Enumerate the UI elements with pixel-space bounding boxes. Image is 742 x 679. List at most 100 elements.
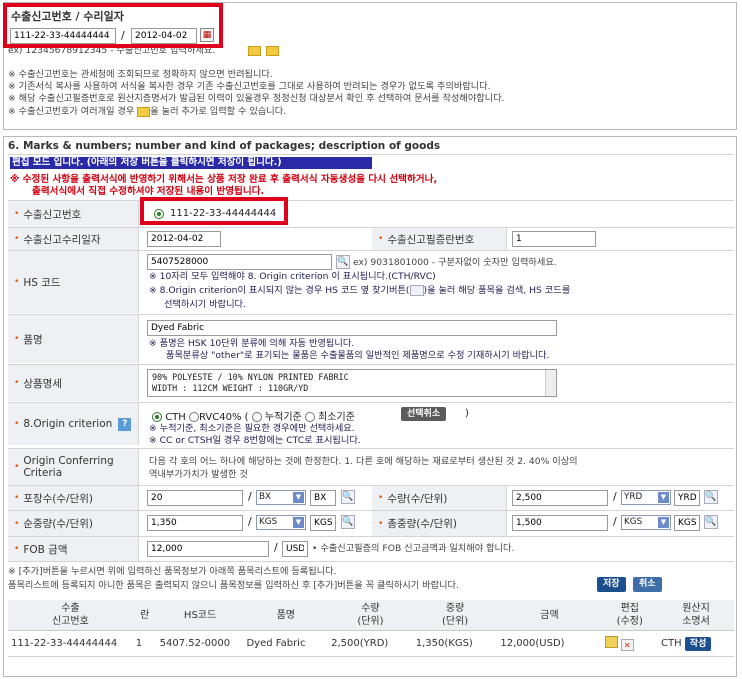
col-header: 란 — [132, 600, 157, 631]
label-spec: • 상품명세 — [8, 365, 139, 401]
origin-note-2: ※ CC or CTSH일 경우 8번항에는 CTC로 표시됩니다. — [149, 435, 361, 446]
add-folder-icon-inline — [137, 106, 151, 117]
deminimis-radio[interactable] — [304, 412, 315, 422]
cumulation-radio[interactable] — [251, 412, 262, 422]
note-4-text: ※ 수출신고번호가 여러개일 경우 — [8, 106, 138, 117]
search-icon-inline — [409, 285, 424, 296]
packages-unit-input[interactable] — [310, 490, 336, 506]
fob-input[interactable] — [147, 541, 269, 557]
label-item-name: • 품명 — [8, 315, 139, 363]
fob-currency-input[interactable] — [282, 541, 308, 557]
cancel-button[interactable]: 취소 — [633, 577, 662, 592]
net-unit-input[interactable] — [310, 515, 336, 531]
cell-hs: 5407.52-0000 — [156, 630, 244, 657]
label-distribution-no: • 수출신고필증란번호 — [372, 228, 507, 250]
cell-amount: 12,000(USD) — [497, 630, 602, 657]
note-1: ※ 수출신고번호는 관세청에 조회되므로 정확하지 않으면 반려됩니다. — [8, 69, 273, 80]
col-header: 금액 — [497, 600, 602, 631]
label-hs-code: • HS 코드 — [8, 251, 139, 313]
note-2: ※ 기존서식 복사를 사용하여 서식을 복사한 경우 기존 수출신고번호를 그대… — [8, 81, 491, 92]
packages-unit-select[interactable]: BX ▼ — [256, 490, 306, 505]
section-title: 6. Marks & numbers; number and kind of p… — [8, 140, 441, 152]
item-note-1: ※ 품명은 HSK 10단위 분류에 의해 자동 반영됩니다. — [149, 338, 355, 349]
table-row: 111-22-33-44444444 1 5407.52-0000 Dyed F… — [8, 630, 734, 657]
gross-unit-select[interactable]: KGS ▼ — [621, 515, 671, 530]
accept-date-field[interactable] — [147, 231, 221, 247]
note-4-text-end: 을 눌러 추가로 입력할 수 있습니다. — [150, 106, 287, 117]
search-icon[interactable]: 🔍 — [704, 515, 718, 529]
label-gross-weight: • 총중량(수/단위) — [372, 511, 507, 536]
fob-note: • 수출신고필증의 FOB 신고금액과 일치해야 합니다. — [312, 543, 515, 554]
quantity-unit-select[interactable]: YRD ▼ — [621, 490, 671, 505]
origin-options: CTH RVC40% ( 누적기준 최소기준 — [152, 408, 355, 423]
write-button[interactable]: 작성 — [684, 636, 712, 651]
label-export-number: • 수출신고번호 — [8, 201, 139, 227]
rvc-radio[interactable] — [189, 412, 199, 422]
label-accept-date: • 수출신고수리일자 — [8, 228, 139, 250]
col-header: 원산지 소명서 — [657, 600, 734, 631]
edit-icon[interactable] — [604, 636, 618, 648]
add-folder-icon[interactable] — [266, 46, 279, 56]
label-net-weight: • 순중량(수/단위) — [8, 511, 139, 536]
cell-weight: 1,350(KGS) — [412, 630, 498, 657]
bottom-note-1: ※ [추가]버튼을 누르시면 위에 입력하신 품목정보가 아래쪽 품목리스트에 … — [8, 566, 337, 577]
cell-qty: 2,500(YRD) — [328, 630, 413, 657]
conferring-text-2: 역내부가가치가 발생한 것 — [149, 469, 248, 480]
highlight-box-export-no — [140, 197, 288, 225]
search-icon[interactable]: 🔍 — [341, 490, 355, 504]
save-button[interactable]: 저장 — [597, 577, 626, 592]
note-4: ※ 수출신고번호가 여러개일 경우 을 눌러 추가로 입력할 수 있습니다. — [8, 106, 286, 118]
distribution-no-field[interactable] — [512, 231, 596, 247]
scrollbar[interactable] — [545, 370, 556, 396]
warning-2: 출력서식에서 직접 수정하셔야 저장된 내용이 반영됩니다. — [32, 186, 265, 197]
quantity-unit-input[interactable] — [674, 490, 700, 506]
gross-weight-input[interactable] — [512, 515, 608, 531]
cth-radio[interactable] — [152, 412, 162, 422]
search-icon[interactable]: 🔍 — [336, 255, 350, 269]
goods-description-panel: 6. Marks & numbers; number and kind of p… — [3, 136, 737, 677]
col-header: 수량 (단위) — [328, 600, 413, 631]
items-table: 수출 신고번호 란 HS코드 품명 수량 (단위) 중량 (단위) 금액 편집 (수정)… — [8, 600, 734, 657]
origin-note-1: ※ 누적기준, 최소기준은 필요한 경우에만 선택하세요. — [149, 423, 355, 434]
folder-icon[interactable] — [248, 46, 261, 56]
net-unit-select[interactable]: KGS ▼ — [256, 515, 306, 530]
packages-input[interactable] — [147, 490, 243, 506]
hs-note-2: ※ 8.Origin criterion이 표시되지 않는 경우 HS 코드 옆… — [149, 285, 571, 296]
col-header: 품명 — [243, 600, 329, 631]
item-note-2: 품목분류상 "other"로 표기되는 물품은 수출물품의 일반적인 제품명으로… — [166, 350, 550, 361]
label-packages: • 포장수(수/단위) — [8, 486, 139, 510]
col-header: HS코드 — [156, 600, 244, 631]
bottom-note-2: 품목리스트에 등록되지 아니한 품목은 출력되지 않으니 품목정보를 입력하신 … — [8, 580, 459, 591]
cell-line: 1 — [132, 630, 157, 657]
clear-selection-button[interactable]: 선택취소 — [401, 407, 447, 421]
item-name-input[interactable] — [147, 320, 557, 336]
cell-edit: ✕ — [601, 630, 658, 657]
conferring-text-1: 다음 각 호의 어느 하나에 해당하는 것에 한정한다. 1. 다른 호에 해당… — [149, 456, 578, 467]
col-header: 편집 (수정) — [601, 600, 658, 631]
net-weight-input[interactable] — [147, 515, 243, 531]
highlight-box-top — [3, 3, 223, 48]
delete-icon[interactable]: ✕ — [620, 639, 634, 651]
hs-note-1: ※ 10자리 모두 입력해야 8. Origin criterion 이 표시됩… — [149, 271, 436, 282]
note-3: ※ 해당 수출신고필증번호로 원산지증명서가 발급된 이력이 있을경우 정정신청… — [8, 93, 505, 104]
help-icon[interactable]: ? — [118, 417, 132, 431]
table-header: 수출 신고번호 란 HS코드 품명 수량 (단위) 중량 (단위) 금액 편집 (수정)… — [8, 600, 734, 631]
hs-note-3: 선택하시기 바랍니다. — [164, 299, 246, 310]
label-origin-criterion: • 8.Origin criterion? — [8, 403, 139, 445]
search-icon[interactable]: 🔍 — [341, 515, 355, 529]
gross-unit-input[interactable] — [674, 515, 700, 531]
cell-export-no: 111-22-33-44444444 — [8, 630, 133, 657]
quantity-input[interactable] — [512, 490, 608, 506]
hs-hint: ex) 9031801000 - 구분자없이 숫자만 입력하세요. — [353, 257, 557, 268]
label-quantity: • 수량(수/단위) — [372, 486, 507, 510]
cell-item: Dyed Fabric — [243, 630, 329, 657]
col-header: 수출 신고번호 — [8, 600, 133, 631]
hs-code-input[interactable] — [147, 254, 332, 270]
cell-origin: CTH 작성 — [657, 630, 734, 657]
label-fob: • FOB 금액 — [8, 537, 139, 561]
edit-mode-banner: 편집 모드 입니다. (아래의 저장 버튼을 클릭하시면 저장이 됩니다.) — [10, 157, 372, 169]
label-origin-conferring: • Origin Conferring Criteria — [8, 449, 139, 485]
spec-textarea[interactable]: 90% POLYESTE / 10% NYLON PRINTED FABRIC … — [147, 369, 557, 397]
paren-close: ) — [465, 408, 469, 419]
search-icon[interactable]: 🔍 — [704, 490, 718, 504]
